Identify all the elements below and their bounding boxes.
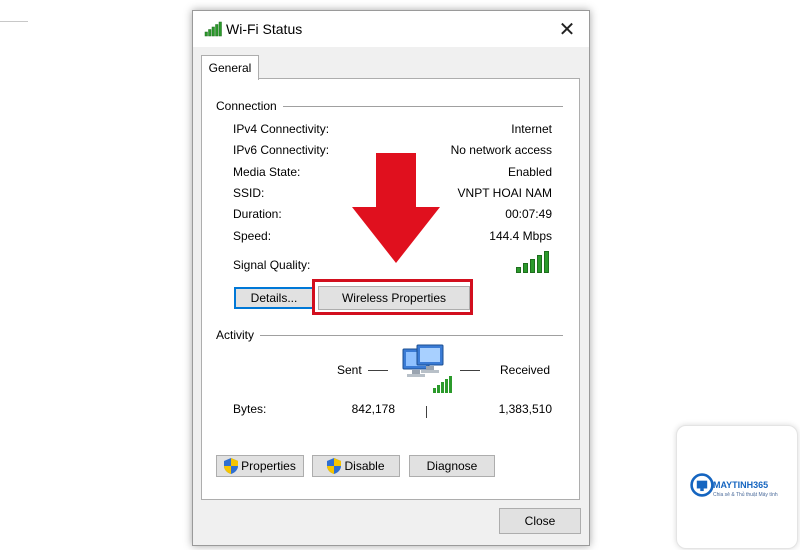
close-button[interactable]: Close bbox=[499, 508, 581, 534]
duration-value: 00:07:49 bbox=[505, 207, 552, 221]
tab-general-label: General bbox=[208, 61, 252, 75]
close-window-button[interactable]: ✕ bbox=[545, 11, 589, 47]
close-icon: ✕ bbox=[558, 18, 576, 41]
speed-value: 144.4 Mbps bbox=[489, 229, 552, 243]
bytes-received-value: 1,383,510 bbox=[498, 402, 552, 416]
properties-button[interactable]: Properties bbox=[216, 455, 304, 477]
properties-button-label: Properties bbox=[241, 459, 296, 473]
duration-label: Duration: bbox=[233, 207, 282, 221]
uac-shield-icon bbox=[327, 458, 342, 474]
signal-bar-5 bbox=[544, 251, 549, 273]
ipv4-value: Internet bbox=[511, 122, 552, 136]
activity-group-label: Activity bbox=[216, 328, 261, 342]
signal-bar-2 bbox=[523, 263, 528, 273]
media-state-value: Enabled bbox=[507, 165, 552, 179]
diagnose-button-label: Diagnose bbox=[426, 459, 478, 473]
brand-name: MAYTINH365 bbox=[713, 480, 769, 490]
details-button-label: Details... bbox=[250, 291, 298, 305]
diagnose-button[interactable]: Diagnose bbox=[409, 455, 495, 477]
ipv6-label: IPv6 Connectivity: bbox=[233, 143, 330, 157]
brand-tagline: Chia sẻ & Thủ thuật Máy tính bbox=[713, 492, 778, 498]
uac-shield-icon bbox=[224, 458, 239, 474]
brand-logo-icon bbox=[690, 473, 714, 497]
general-tab-panel: Connection IPv4 Connectivity: Internet I… bbox=[201, 78, 580, 500]
ssid-label: SSID: bbox=[233, 186, 265, 200]
disable-button-label: Disable bbox=[344, 459, 385, 473]
signal-quality-label: Signal Quality: bbox=[233, 258, 311, 272]
wireless-properties-button[interactable]: Wireless Properties bbox=[318, 286, 470, 310]
ipv4-label: IPv4 Connectivity: bbox=[233, 122, 330, 136]
sent-label: Sent bbox=[337, 363, 362, 377]
media-state-label: Media State: bbox=[233, 165, 301, 179]
received-label: Received bbox=[500, 363, 551, 377]
wireless-properties-button-label: Wireless Properties bbox=[341, 291, 447, 305]
background-line bbox=[0, 21, 28, 22]
ssid-value: VNPT HOAI NAM bbox=[457, 186, 552, 200]
details-button[interactable]: Details... bbox=[234, 287, 314, 309]
ipv6-value: No network access bbox=[450, 143, 552, 157]
bytes-label: Bytes: bbox=[233, 402, 267, 416]
bytes-sent-value: 842,178 bbox=[351, 402, 395, 416]
connection-group-label: Connection bbox=[216, 99, 283, 113]
received-connector-line bbox=[460, 370, 480, 371]
signal-bar-3 bbox=[530, 259, 535, 273]
sent-connector-line bbox=[368, 370, 388, 371]
red-down-arrow-icon bbox=[352, 153, 440, 263]
signal-bar-4 bbox=[537, 255, 542, 273]
activity-group-divider bbox=[216, 335, 563, 336]
wifi-status-dialog: Wi-Fi Status ✕ General Connection IPv4 C… bbox=[192, 10, 590, 546]
watermark-logo: MAYTINH365 Chia sẻ & Thủ thuật Máy tính bbox=[676, 425, 798, 549]
wifi-signal-icon bbox=[204, 21, 222, 37]
speed-label: Speed: bbox=[233, 229, 272, 243]
signal-quality-icon bbox=[516, 251, 549, 273]
disable-button[interactable]: Disable bbox=[312, 455, 400, 477]
close-button-label: Close bbox=[524, 514, 556, 528]
signal-bar-1 bbox=[516, 267, 521, 273]
tab-general[interactable]: General bbox=[201, 55, 259, 80]
window-title: Wi-Fi Status bbox=[226, 21, 303, 37]
activity-divider-tick bbox=[426, 406, 427, 418]
title-bar[interactable]: Wi-Fi Status ✕ bbox=[193, 11, 589, 47]
network-computers-icon bbox=[402, 344, 452, 393]
